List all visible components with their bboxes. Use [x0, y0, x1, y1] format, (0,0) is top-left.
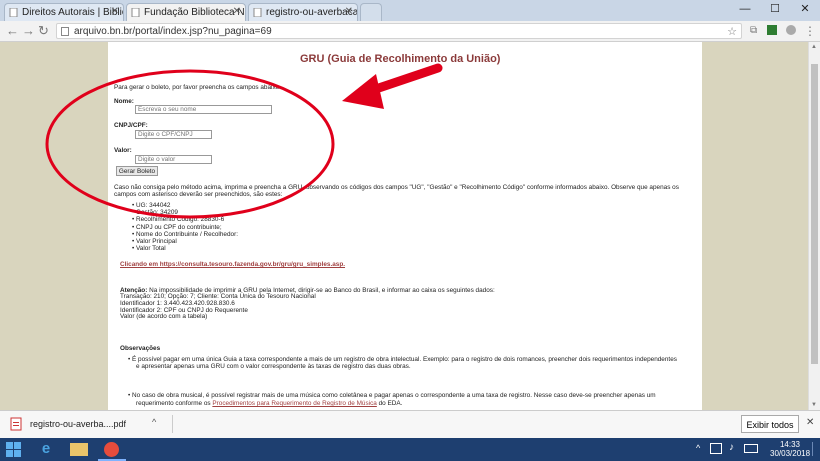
atencao-details: Transação: 210; Opção: 7; Cliente: Conta… — [120, 293, 316, 321]
forward-arrow-icon[interactable]: → — [22, 23, 35, 39]
extension-icon[interactable]: ⧉ — [750, 23, 757, 39]
bookmark-star-icon[interactable]: ☆ — [727, 24, 737, 40]
minimize-button[interactable]: — — [730, 0, 760, 18]
profile-icon[interactable] — [786, 25, 796, 35]
page-info-icon[interactable] — [61, 27, 69, 36]
reload-icon[interactable]: ↻ — [38, 23, 49, 39]
list-item: • Recolhimento Código: 28830-6 — [132, 216, 225, 224]
back-arrow-icon[interactable]: ← — [6, 23, 19, 39]
browser-toolbar: ← → ↻ arquivo.bn.br/portal/index.jsp?nu_… — [0, 21, 820, 42]
list-item: • Valor Total — [132, 245, 166, 253]
extension-green-icon[interactable] — [767, 25, 777, 35]
page-title: GRU (Guia de Recolhimento da União) — [300, 53, 501, 65]
scrollbar[interactable]: ▲ ▼ — [808, 42, 820, 410]
name-input[interactable] — [135, 105, 272, 114]
intro-text: Para gerar o boleto, por favor preencha … — [114, 84, 281, 91]
close-tab-icon[interactable]: ✕ — [345, 6, 353, 17]
list-item: • UG: 344042 — [132, 202, 171, 209]
procedimentos-link[interactable]: Procedimentos para Requerimento de Regis… — [212, 400, 376, 407]
document-icon — [9, 8, 18, 17]
download-filename[interactable]: registro-ou-averba....pdf — [30, 419, 126, 429]
show-desktop-button[interactable] — [812, 442, 819, 456]
show-all-downloads-button[interactable]: Exibir todos — [741, 415, 799, 433]
maximize-button[interactable]: ☐ — [760, 0, 790, 18]
cnpj-label: CNPJ/CPF: — [114, 122, 148, 129]
clock-date: 30/03/2018 — [770, 449, 811, 458]
scroll-thumb[interactable] — [811, 64, 818, 364]
close-window-button[interactable]: ✕ — [790, 0, 820, 18]
address-bar[interactable]: arquivo.bn.br/portal/index.jsp?nu_pagina… — [56, 23, 742, 39]
document-icon — [253, 8, 262, 17]
valor-label: Valor: — [114, 147, 132, 154]
document-icon — [131, 8, 140, 17]
obs2-line1: • No caso de obra musical, é possível re… — [128, 392, 656, 399]
volume-icon[interactable]: ♪ — [729, 442, 734, 453]
network-icon[interactable] — [710, 443, 722, 454]
clock-time: 14:33 — [779, 440, 801, 449]
chrome-icon[interactable] — [104, 442, 119, 457]
gerar-boleto-button[interactable]: Gerar Boleto — [116, 166, 158, 176]
list-item: • CNPJ ou CPF do contribuinte; — [132, 223, 222, 231]
tesouro-link[interactable]: Clicando em https://consulta.tesouro.faz… — [120, 261, 345, 268]
list-item: • Gestão: 34209 — [132, 209, 178, 217]
cnpj-input[interactable] — [135, 130, 212, 139]
name-label: Nome: — [114, 98, 134, 105]
close-tab-icon[interactable]: ✕ — [233, 6, 241, 17]
tab-fundacao-biblioteca[interactable]: Fundação Biblioteca Nac ✕ — [126, 3, 246, 21]
pdf-file-icon — [10, 417, 22, 431]
windows-start-icon[interactable] — [6, 442, 21, 457]
tray-arrow-icon[interactable]: ^ — [696, 443, 700, 453]
fallback-text-line2: campos com asterisco deverão ser preench… — [114, 191, 283, 198]
tab-direitos-autorais[interactable]: Direitos Autorais | Bibliot ✕ — [4, 3, 124, 21]
fields-list: • UG: 344042 • Gestão: 34209 • Recolhime… — [132, 202, 238, 252]
obs1-line1: • É possível pagar em uma única Guia a t… — [128, 356, 677, 363]
divider — [172, 415, 173, 433]
menu-icon[interactable]: ⋮ — [804, 23, 816, 39]
observacoes-heading: Observações — [120, 345, 161, 352]
close-tab-icon[interactable]: ✕ — [111, 6, 119, 17]
list-item: • Nome do Contribuinte / Recolhedor: — [132, 230, 238, 238]
list-item: • Valor Principal — [132, 238, 177, 246]
download-options-icon[interactable]: ^ — [152, 417, 156, 427]
tab-registro-pdf[interactable]: registro-ou-averbacao-5 ✕ — [248, 3, 358, 21]
obs2-line2: requerimento conforme os Procedimentos p… — [136, 400, 403, 407]
fallback-text-line1: Caso não consiga pelo método acima, impr… — [114, 184, 679, 191]
valor-input[interactable] — [135, 155, 212, 164]
internet-explorer-icon[interactable]: e — [36, 440, 56, 459]
download-bar: registro-ou-averba....pdf ^ Exibir todos… — [0, 410, 820, 439]
keyboard-icon[interactable] — [744, 444, 758, 453]
tab-strip: Direitos Autorais | Bibliot ✕ Fundação B… — [0, 0, 820, 21]
taskbar: e ^ ♪ 14:33 30/03/2018 — [0, 438, 820, 461]
obs1-line2: e apresentar apenas uma GRU com o valor … — [136, 363, 411, 370]
file-explorer-icon[interactable] — [70, 443, 88, 456]
page-content: GRU (Guia de Recolhimento da União) Para… — [108, 42, 702, 410]
clock[interactable]: 14:33 30/03/2018 — [770, 440, 810, 458]
new-tab-button[interactable] — [360, 3, 382, 21]
scroll-up-icon[interactable]: ▲ — [811, 44, 817, 50]
scroll-down-icon[interactable]: ▼ — [811, 402, 817, 408]
close-download-bar-icon[interactable]: ✕ — [806, 417, 814, 428]
